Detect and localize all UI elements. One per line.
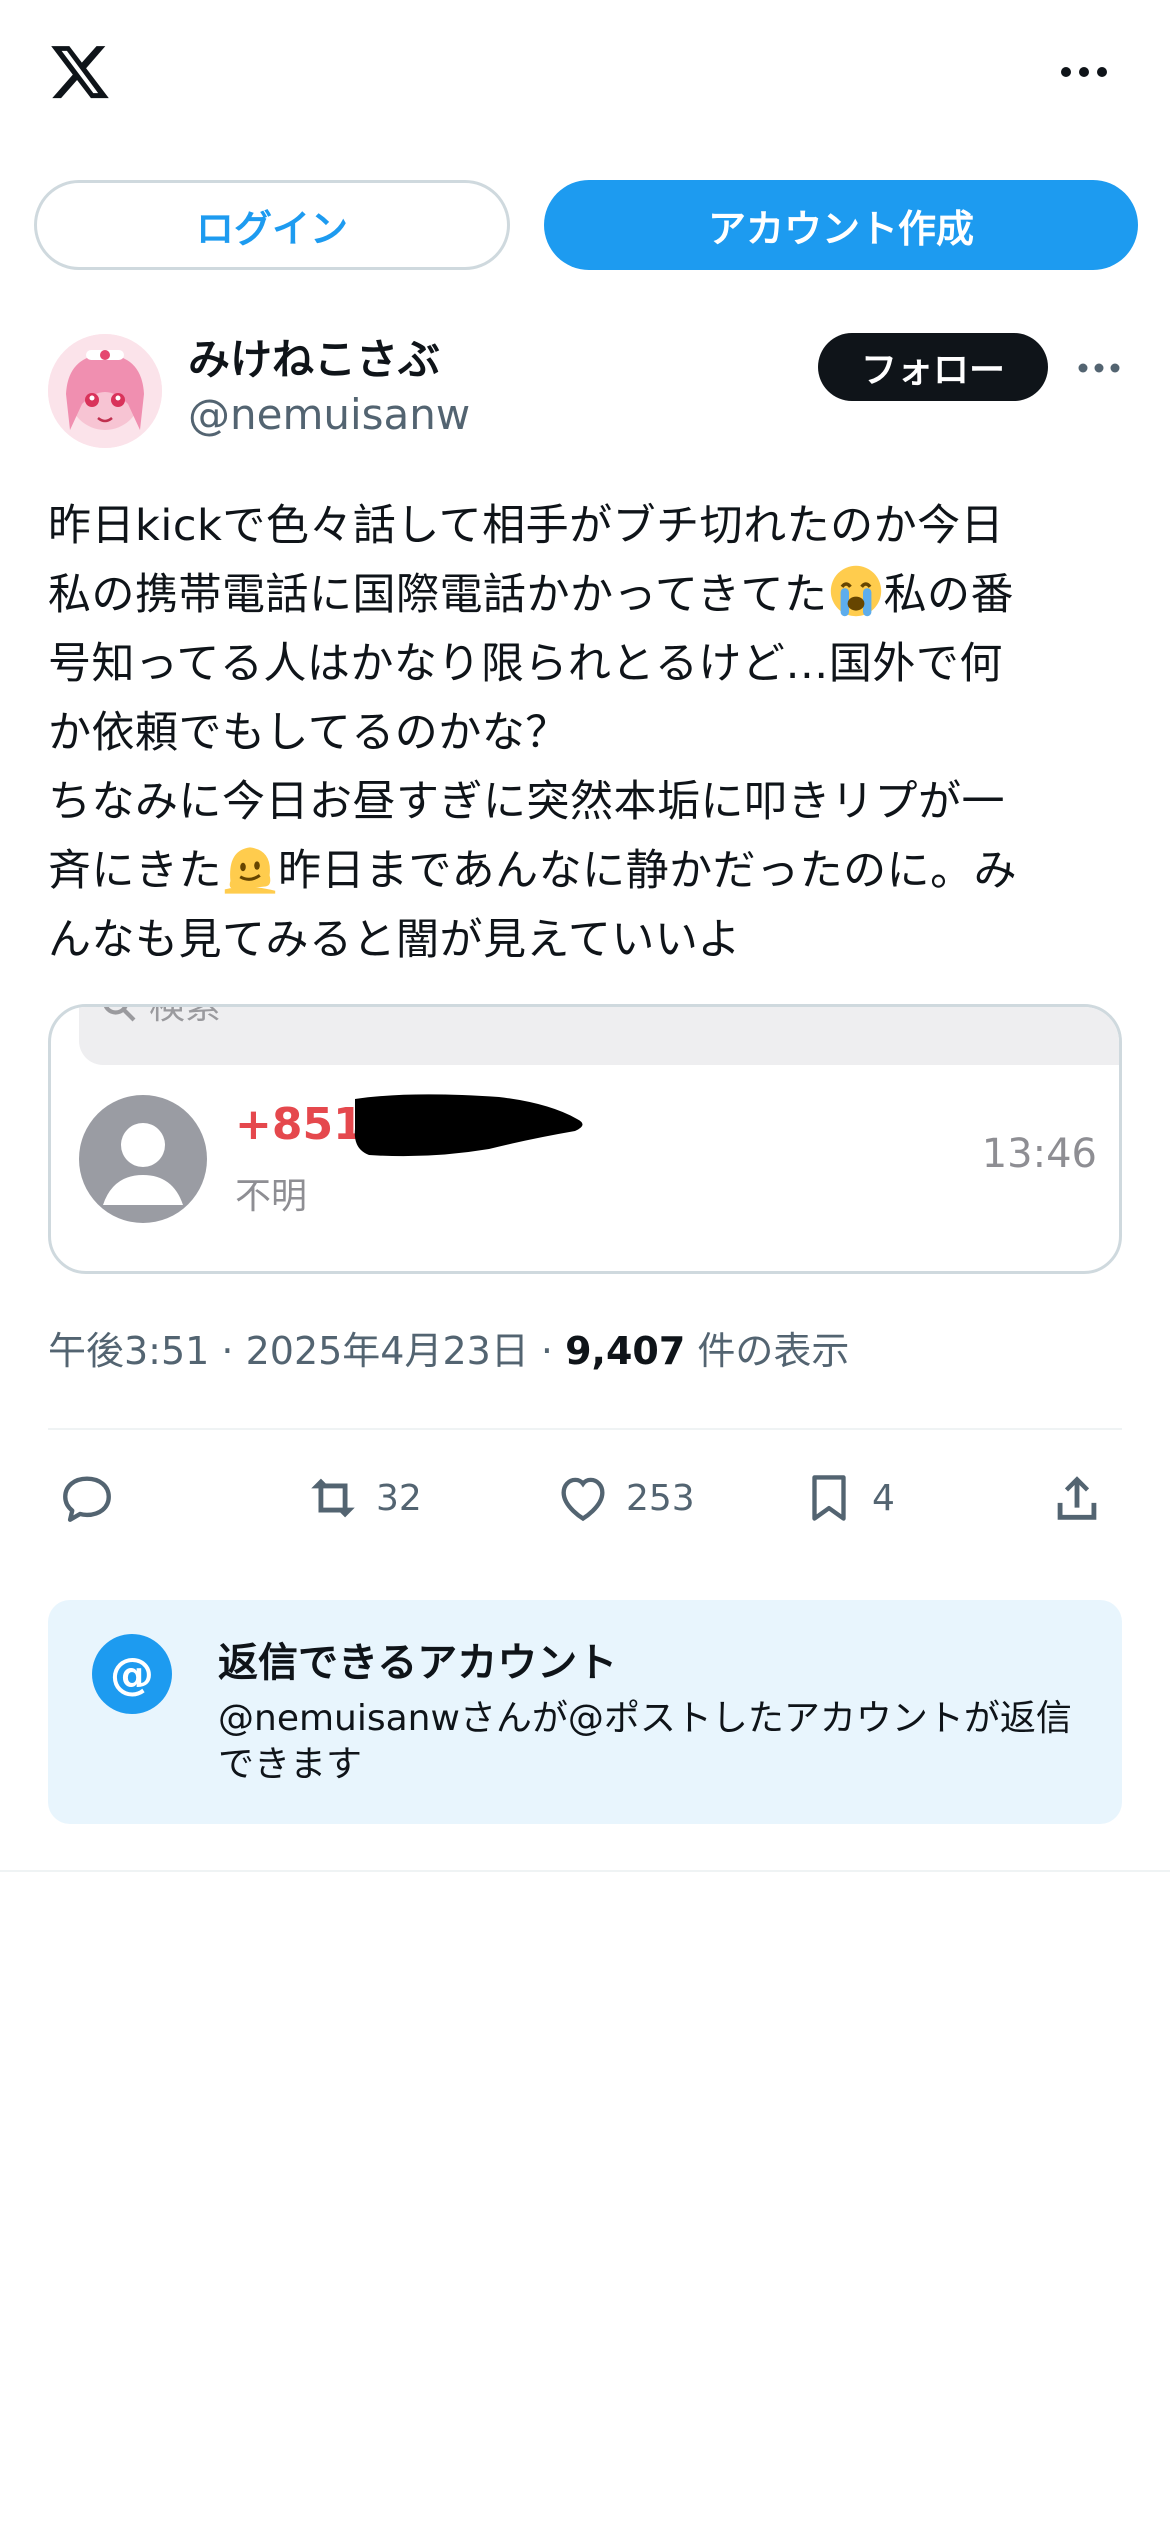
share-icon [1057, 1476, 1097, 1520]
x-logo-icon[interactable] [46, 40, 114, 104]
user-handle[interactable]: @nemuisanw [188, 390, 470, 439]
avatar[interactable] [48, 334, 162, 448]
login-button[interactable]: ログイン [34, 180, 510, 270]
media-call-time: 13:46 [981, 1131, 1097, 1177]
repost-icon [311, 1478, 355, 1518]
divider [0, 1870, 1170, 1872]
follow-button[interactable]: フォロー [818, 333, 1048, 401]
meta-separator: · [209, 1329, 246, 1373]
bookmark-icon [812, 1475, 846, 1521]
media-search-bar: 検索 [79, 1004, 1119, 1065]
heart-icon [561, 1477, 605, 1522]
redaction-mark [354, 1094, 583, 1157]
search-icon [103, 1007, 136, 1022]
post-date[interactable]: 2025年4月23日 [246, 1329, 529, 1373]
signup-button[interactable]: アカウント作成 [544, 180, 1138, 270]
share-button[interactable] [1048, 1462, 1106, 1534]
post-media-image[interactable]: 検索 +851 不明 13:46 [48, 1004, 1122, 1274]
meta-separator: · [528, 1329, 566, 1373]
post-time[interactable]: 午後3:51 [48, 1329, 209, 1373]
avatar-illustration [48, 334, 162, 448]
post-more-icon[interactable] [1078, 361, 1120, 375]
bookmark-button[interactable]: 4 [800, 1462, 895, 1534]
more-horizontal-icon[interactable] [1060, 62, 1108, 82]
repost-button[interactable]: 32 [304, 1462, 422, 1534]
divider [48, 1428, 1122, 1430]
view-label: 件の表示 [685, 1329, 850, 1373]
media-phone-number: +851 [235, 1099, 364, 1150]
reply-restriction-description: @nemuisanwさんが@ポストしたアカウントが返信できます [218, 1698, 1072, 1785]
repost-count: 32 [376, 1477, 422, 1519]
reply-button[interactable] [58, 1462, 116, 1534]
display-name[interactable]: みけねこさぶ [188, 326, 440, 387]
loudly-crying-face-icon [830, 565, 881, 617]
melting-face-icon [224, 847, 276, 894]
bookmark-count: 4 [872, 1477, 895, 1519]
contact-placeholder-icon [79, 1095, 207, 1223]
like-count: 253 [626, 1477, 695, 1519]
view-count: 9,407 [565, 1329, 686, 1373]
media-caller-label: 不明 [235, 1176, 308, 1217]
post-meta: 午後3:51 · 2025年4月23日 · 9,407 件の表示 [48, 1320, 849, 1375]
media-search-placeholder: 検索 [149, 1004, 222, 1027]
reply-restriction-title: 返信できるアカウント [218, 1640, 618, 1686]
reply-restriction-box: @ 返信できるアカウント @nemuisanwさんが@ポストしたアカウントが返信… [48, 1600, 1122, 1824]
post-text: 昨日kickで色々話して相手がブチ切れたのか今日 私の携帯電話に国際電話かかって… [48, 492, 1128, 975]
reply-icon [63, 1476, 111, 1522]
at-sign-icon: @ [92, 1634, 172, 1714]
like-button[interactable]: 253 [554, 1462, 695, 1534]
